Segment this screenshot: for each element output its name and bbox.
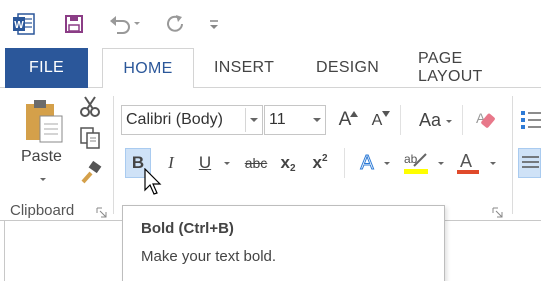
text-effects-dropdown-icon [384, 162, 390, 165]
customize-qat-button[interactable] [204, 12, 224, 36]
font-size-value: 11 [269, 111, 286, 128]
font-color-icon: A [457, 151, 479, 174]
tab-page-layout[interactable]: PAGE LAYOUT [408, 48, 541, 88]
clear-formatting-icon: A [476, 110, 495, 128]
superscript-label: x [312, 153, 322, 172]
group-separator [113, 96, 114, 214]
font-separator [400, 105, 401, 135]
superscript-digit: 2 [321, 152, 328, 164]
word-app-icon[interactable]: W [10, 12, 38, 36]
app-icon-letter: W [14, 20, 24, 31]
ribbon-home: Paste Clipboard Calibri (Body) 11 A A Aa… [0, 88, 541, 221]
save-button[interactable] [60, 12, 88, 36]
clipboard-dialog-launcher[interactable] [96, 205, 107, 218]
bold-tooltip: Bold (Ctrl+B) Make your text bold. [122, 205, 445, 281]
format-painter-icon [81, 160, 102, 184]
redo-icon [167, 15, 183, 32]
underline-label: U [198, 153, 212, 172]
text-effects-label: A [360, 151, 374, 174]
group-separator [512, 96, 513, 214]
subscript-digit: 2 [289, 162, 296, 174]
font-name-value: Calibri (Body) [126, 111, 223, 128]
shrink-arrow-icon [382, 111, 390, 117]
dialog-launcher-icon [492, 207, 503, 218]
font-color-dropdown-icon [490, 162, 496, 165]
underline-dropdown-icon [224, 162, 230, 165]
save-icon [65, 15, 83, 33]
shrink-font-label: A [371, 112, 383, 129]
clipboard-group-label: Clipboard [10, 202, 75, 219]
strikethrough-label: abc [244, 155, 268, 171]
clear-formatting-button[interactable]: A [474, 105, 500, 135]
copy-icon [80, 127, 100, 149]
document-margin-line [4, 221, 5, 281]
align-button[interactable] [518, 148, 541, 178]
superscript-button[interactable]: x2 [308, 148, 332, 178]
tab-file[interactable]: FILE [5, 48, 88, 88]
tooltip-title: Bold (Ctrl+B) [141, 220, 234, 237]
bullets-icon [521, 111, 541, 129]
font-name-combo[interactable]: Calibri (Body) [121, 105, 263, 135]
font-separator [344, 148, 345, 178]
highlight-dropdown-icon [438, 162, 444, 165]
change-case-dropdown-icon [446, 120, 452, 123]
italic-label: I [168, 153, 174, 172]
scissors-icon [80, 96, 100, 117]
underline-button[interactable]: U [190, 148, 232, 178]
tab-design[interactable]: DESIGN [306, 48, 389, 88]
mouse-cursor-icon [144, 168, 162, 195]
align-left-icon [522, 156, 539, 168]
copy-button[interactable] [78, 126, 106, 150]
highlighter-icon: ab [404, 152, 428, 174]
font-name-dropdown-icon [250, 118, 258, 122]
customize-qat-icon [210, 20, 218, 29]
paste-label: Paste [21, 148, 62, 165]
paste-button[interactable]: Paste [14, 96, 72, 192]
subscript-label: x [280, 153, 290, 172]
tab-home[interactable]: HOME [102, 48, 194, 89]
highlight-button[interactable]: ab [402, 148, 446, 178]
tab-insert[interactable]: INSERT [204, 48, 284, 88]
dialog-launcher-icon [96, 207, 107, 218]
font-dialog-launcher[interactable] [492, 205, 503, 218]
font-size-combo[interactable]: 11 [264, 105, 326, 135]
ribbon-tab-bar: FILE HOME INSERT DESIGN PAGE LAYOUT [0, 48, 541, 89]
bold-label: B [131, 153, 145, 172]
undo-button[interactable] [104, 12, 144, 36]
font-separator [462, 105, 463, 135]
change-case-label: Aa [418, 109, 442, 130]
strikethrough-button[interactable]: abc [240, 148, 272, 178]
cut-button[interactable] [78, 94, 106, 118]
font-color-label: A [460, 151, 472, 171]
grow-arrow-icon [350, 111, 358, 117]
quick-access-toolbar: W [0, 0, 541, 48]
undo-icon [110, 16, 140, 34]
text-effects-button[interactable]: A [352, 148, 392, 178]
subscript-button[interactable]: x2 [276, 148, 300, 178]
tooltip-body: Make your text bold. [141, 248, 277, 265]
bullets-button[interactable] [520, 107, 541, 133]
font-size-dropdown-icon [313, 118, 321, 122]
font-color-button[interactable]: A [454, 148, 498, 178]
redo-button[interactable] [160, 12, 190, 36]
shrink-font-button[interactable]: A [366, 107, 390, 135]
grow-font-button[interactable]: A [333, 105, 358, 135]
change-case-button[interactable]: Aa [410, 105, 452, 135]
paste-dropdown-icon [40, 178, 46, 181]
paste-icon [26, 100, 63, 143]
format-painter-button[interactable] [78, 160, 106, 186]
